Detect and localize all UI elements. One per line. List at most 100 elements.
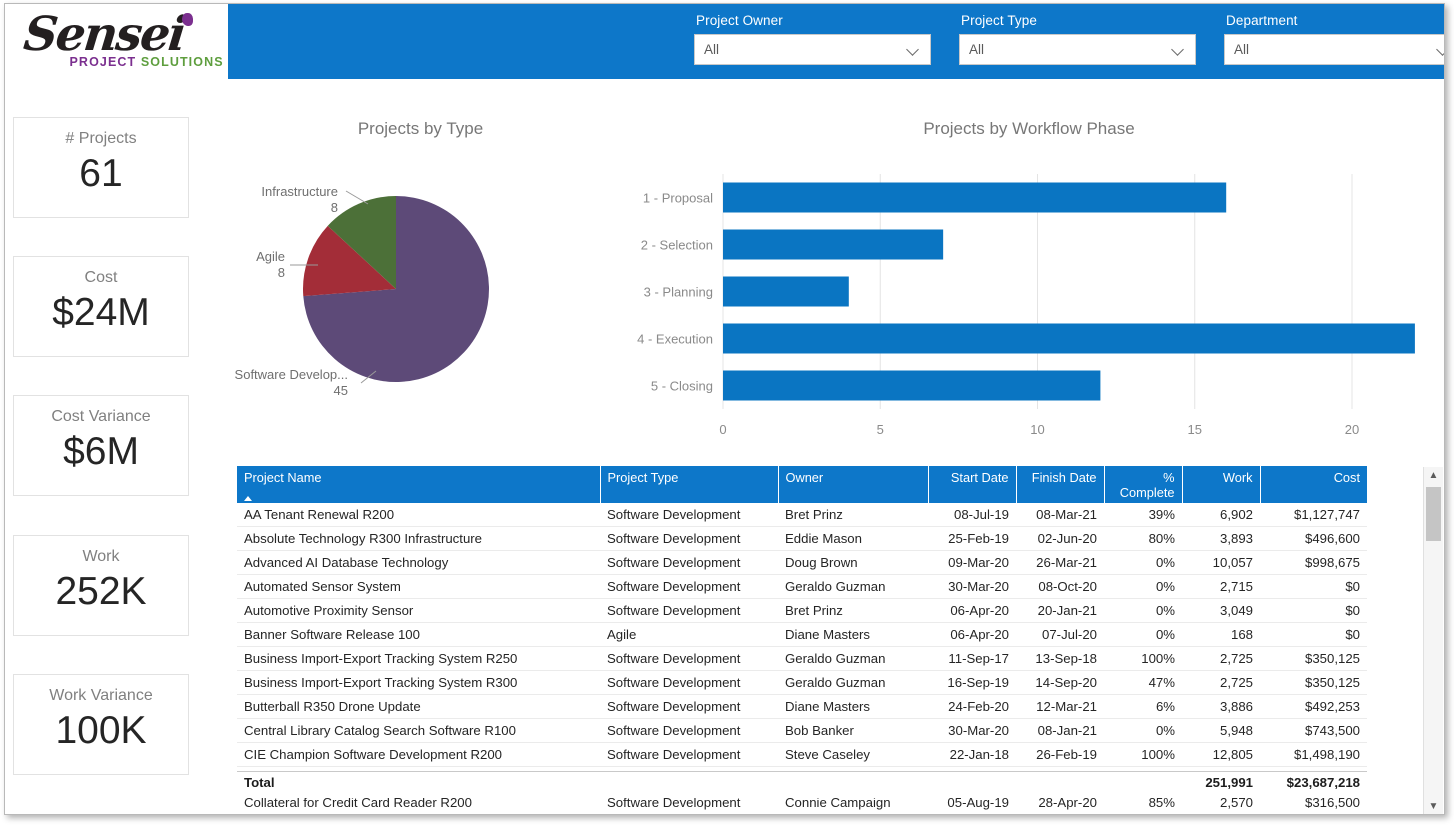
projects-by-type-pie-chart[interactable]: Software Develop...45Infrastructure8Agil… (228, 134, 613, 454)
dashboard-page: Sensei PROJECT SOLUTIONS Project OwnerAl… (0, 0, 1454, 825)
column-header-label: Project Name (244, 470, 322, 485)
table-cell: Software Development (600, 671, 778, 695)
table-cell: $1,127,747 (1260, 503, 1367, 527)
table-cell: Geraldo Guzman (778, 647, 928, 671)
table-row[interactable]: Automotive Proximity SensorSoftware Deve… (237, 599, 1367, 623)
column-header-start-date[interactable]: Start Date (928, 466, 1016, 503)
table-cell: Business Import-Export Tracking System R… (237, 647, 600, 671)
table-cell: 3,886 (1182, 695, 1260, 719)
table-cell: 22-Jan-18 (928, 743, 1016, 767)
brand-logo: Sensei PROJECT SOLUTIONS (5, 4, 228, 79)
scrollbar-thumb[interactable] (1426, 487, 1441, 541)
table-row[interactable]: Absolute Technology R300 InfrastructureS… (237, 527, 1367, 551)
column-header-label: % Complete (1120, 470, 1175, 500)
pie-slice-value: 45 (334, 383, 348, 398)
table-cell: Diane Masters (778, 623, 928, 647)
table-row[interactable]: AA Tenant Renewal R200Software Developme… (237, 503, 1367, 527)
column-header-project-type[interactable]: Project Type (600, 466, 778, 503)
table-cell: 47% (1104, 671, 1182, 695)
kpi-card-cost-variance[interactable]: Cost Variance$6M (13, 395, 189, 496)
table-cell: $1,498,190 (1260, 743, 1367, 767)
bar[interactable] (723, 230, 943, 260)
bar[interactable] (723, 324, 1415, 354)
total-blank-owner (778, 772, 928, 793)
filter-bar: Project OwnerAllProject TypeAllDepartmen… (228, 4, 1445, 79)
table-cell: Business Import-Export Tracking System R… (237, 671, 600, 695)
filter-dropdown[interactable]: All (959, 34, 1196, 65)
table-cell: 0% (1104, 719, 1182, 743)
column-header-complete[interactable]: % Complete (1104, 466, 1182, 503)
filter-dropdown[interactable]: All (694, 34, 931, 65)
table-cell: 16-Sep-19 (928, 671, 1016, 695)
total-blank-finish (1016, 772, 1104, 793)
table-row[interactable]: Automated Sensor SystemSoftware Developm… (237, 575, 1367, 599)
chevron-up-icon[interactable]: ▲ (1424, 467, 1443, 484)
table-cell: $0 (1260, 599, 1367, 623)
projects-table-container[interactable]: Project Name Project TypeOwnerStart DateF… (237, 466, 1417, 815)
kpi-card-cost[interactable]: Cost $24M (13, 256, 189, 357)
pie-slice-label: Agile (256, 249, 285, 264)
brand-tagline-solutions: SOLUTIONS (141, 55, 224, 69)
table-row[interactable]: Advanced AI Database TechnologySoftware … (237, 551, 1367, 575)
table-cell: Software Development (600, 575, 778, 599)
table-cell: Software Development (600, 527, 778, 551)
table-cell: 0% (1104, 551, 1182, 575)
column-header-finish-date[interactable]: Finish Date (1016, 466, 1104, 503)
kpi-value: 61 (14, 154, 188, 195)
x-axis-tick-label: 5 (877, 422, 884, 437)
table-row[interactable]: Business Import-Export Tracking System R… (237, 671, 1367, 695)
table-cell: $998,675 (1260, 551, 1367, 575)
table-cell: 2,725 (1182, 647, 1260, 671)
table-cell: Bret Prinz (778, 599, 928, 623)
column-header-work[interactable]: Work (1182, 466, 1260, 503)
column-header-label: Work (1223, 470, 1253, 485)
x-axis-tick-label: 10 (1030, 422, 1044, 437)
projects-table: Project Name Project TypeOwnerStart DateF… (237, 466, 1367, 815)
kpi-title: Work (14, 548, 188, 566)
chevron-down-icon[interactable]: ▼ (1424, 798, 1443, 815)
bar[interactable] (723, 371, 1100, 401)
projects-by-workflow-phase-bar-chart[interactable]: 051015201 - Proposal2 - Selection3 - Pla… (613, 134, 1445, 464)
y-axis-category-label: 4 - Execution (637, 332, 713, 347)
table-scrollbar[interactable]: ▲ ▼ (1423, 467, 1443, 815)
bar[interactable] (723, 277, 849, 307)
table-cell: Software Development (600, 551, 778, 575)
table-cell: 0% (1104, 575, 1182, 599)
table-cell: 6,902 (1182, 503, 1260, 527)
column-header-project-name[interactable]: Project Name (237, 466, 600, 503)
kpi-card-work[interactable]: Work252K (13, 535, 189, 636)
table-cell: 25-Feb-19 (928, 527, 1016, 551)
table-row[interactable]: Business Import-Export Tracking System R… (237, 647, 1367, 671)
kpi-value: $24M (14, 293, 188, 334)
table-row[interactable]: Central Library Catalog Search Software … (237, 719, 1367, 743)
chevron-down-icon (908, 44, 919, 55)
table-cell: 80% (1104, 527, 1182, 551)
column-header-owner[interactable]: Owner (778, 466, 928, 503)
table-cell: 08-Oct-20 (1016, 575, 1104, 599)
kpi-title: Cost (14, 269, 188, 287)
table-row[interactable]: Banner Software Release 100AgileDiane Ma… (237, 623, 1367, 647)
chevron-down-icon (1438, 44, 1445, 55)
table-cell: Central Library Catalog Search Software … (237, 719, 600, 743)
y-axis-category-label: 5 - Closing (651, 379, 713, 394)
table-cell: 6% (1104, 695, 1182, 719)
kpi-card-work-variance[interactable]: Work Variance100K (13, 674, 189, 775)
kpi-title: # Projects (14, 130, 188, 148)
filter-project-type: Project TypeAll (959, 13, 1196, 65)
kpi-card-projects[interactable]: # Projects 61 (13, 117, 189, 218)
filter-department: DepartmentAll (1224, 13, 1445, 65)
table-cell: 30-Mar-20 (928, 719, 1016, 743)
chevron-down-icon (1173, 44, 1184, 55)
column-header-cost[interactable]: Cost (1260, 466, 1367, 503)
pie-slice-value: 8 (331, 200, 338, 215)
table-cell: 07-Jul-20 (1016, 623, 1104, 647)
table-row[interactable]: Butterball R350 Drone UpdateSoftware Dev… (237, 695, 1367, 719)
table-body: AA Tenant Renewal R200Software Developme… (237, 503, 1367, 815)
kpi-column: # Projects 61 Cost $24M Cost Variance$6M Work… (5, 79, 228, 815)
kpi-title: Work Variance (14, 687, 188, 705)
table-cell: 20-Jan-21 (1016, 599, 1104, 623)
filter-dropdown[interactable]: All (1224, 34, 1445, 65)
bar[interactable] (723, 183, 1226, 213)
table-total-row: Total 251,991 $23,687,218 (237, 771, 1367, 798)
table-row[interactable]: CIE Champion Software Development R200So… (237, 743, 1367, 767)
